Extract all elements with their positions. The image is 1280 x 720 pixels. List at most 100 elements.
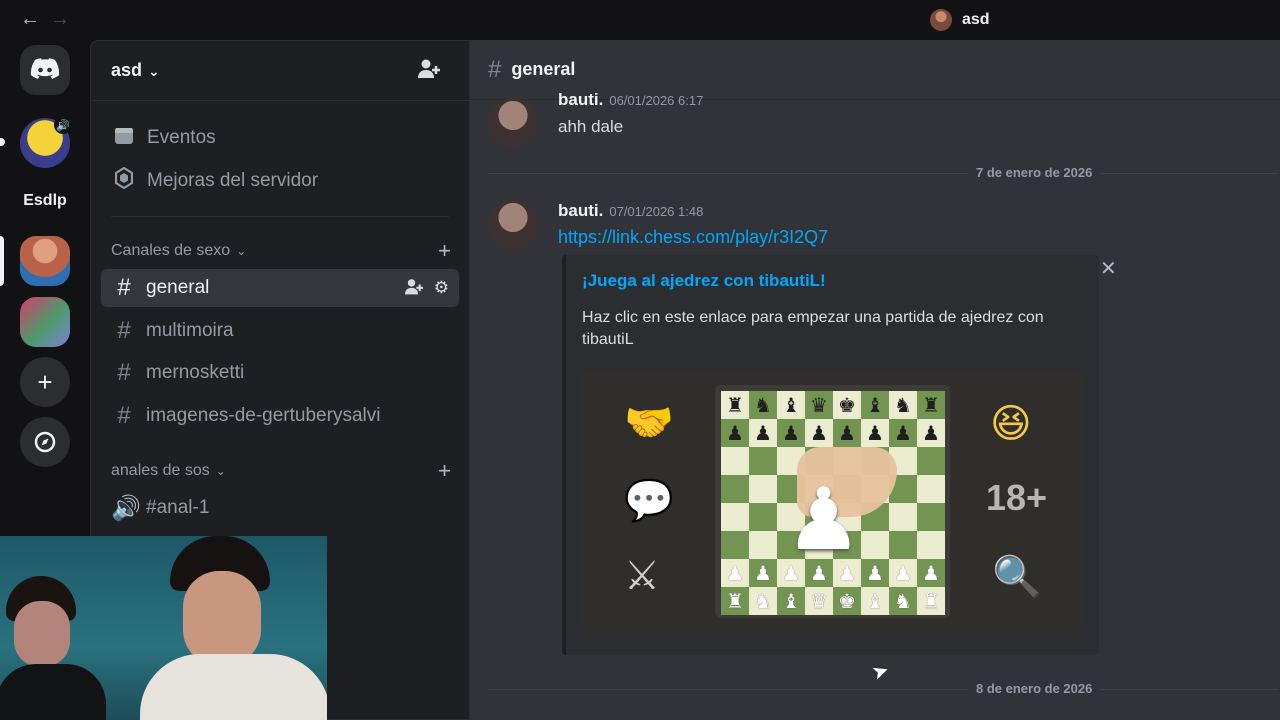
- category-canales-de-sexo[interactable]: Canales de sexo ⌄ +: [111, 238, 451, 263]
- message-timestamp: 07/01/2026 1:48: [609, 204, 704, 219]
- back-arrow-icon[interactable]: ←: [20, 8, 40, 31]
- chess-piece-icon: ♝: [782, 590, 800, 613]
- laughing-face-icon: 😆: [990, 402, 1032, 446]
- chess-square: ♟: [917, 419, 945, 447]
- chess-square: ♜: [917, 587, 945, 615]
- chess-piece-icon: ♜: [726, 590, 744, 613]
- chess-piece-icon: ♞: [894, 394, 912, 417]
- invite-icon[interactable]: [404, 278, 424, 301]
- chess-piece-icon: ♟: [810, 422, 828, 445]
- message-author[interactable]: bauti. 06/01/2026 6:17: [558, 90, 703, 110]
- channel-title: general: [511, 59, 576, 79]
- chess-square: ♝: [777, 391, 805, 419]
- events-item[interactable]: Eventos: [101, 119, 459, 157]
- channel-imagenes[interactable]: # imagenes-de-gertuberysalvi: [101, 397, 459, 435]
- chess-square: [721, 475, 749, 503]
- chess-square: ♜: [917, 391, 945, 419]
- server-header[interactable]: asd ⌄: [91, 41, 469, 101]
- calendar-icon: [111, 125, 137, 151]
- window-title-text: asd: [962, 11, 990, 28]
- chess-piece-icon: ♝: [782, 394, 800, 417]
- message-text: ahh dale: [558, 117, 624, 136]
- voice-channel-anal-1[interactable]: 🔊 #anal-1: [101, 489, 459, 527]
- speaker-icon: 🔊: [54, 116, 72, 134]
- chess-square: [889, 503, 917, 531]
- server-minion-icon[interactable]: 🔊: [20, 116, 72, 168]
- channel-hash-icon: #: [117, 359, 131, 386]
- chess-square: ♟: [833, 419, 861, 447]
- embed-description: Haz clic en este enlace para empezar una…: [582, 309, 1044, 348]
- chess-square: ♜: [721, 587, 749, 615]
- date-label: 7 de enero de 2026: [968, 165, 1101, 180]
- chess-square: [749, 447, 777, 475]
- chess-board-frame: ♜ ♞ ♝ ♛ ♚ ♝ ♞ ♜ ♟ ♟ ♟ ♟ ♟ ♟ ♟ ♟ ♟ ♟ ♟ ♟ ♟ ♟ ♟ ♟ ♜ ♞ ♝ ♛ ♚ ♝ ♞ ♜ ♟: [715, 385, 950, 618]
- chess-piece-icon: ♜: [922, 394, 940, 417]
- chess-square: ♚: [833, 587, 861, 615]
- selected-pill: [0, 236, 4, 286]
- create-channel-plus-icon[interactable]: +: [438, 238, 451, 264]
- discord-home-button[interactable]: [20, 45, 70, 95]
- speaker-icon: 🔊: [111, 494, 141, 522]
- chess-piece-icon: ♛: [810, 590, 828, 613]
- chess-square: ♟: [917, 559, 945, 587]
- forward-arrow-icon[interactable]: →: [50, 8, 70, 31]
- window-title: asd: [930, 9, 990, 31]
- server-photo-icon[interactable]: [20, 297, 70, 347]
- category-label: anales de sos: [111, 462, 210, 479]
- channel-multimoira[interactable]: # multimoira: [101, 312, 459, 350]
- invite-people-icon[interactable]: [417, 58, 441, 86]
- chess-piece-icon: ♟: [922, 422, 940, 445]
- chess-piece-icon: ♟: [726, 422, 744, 445]
- chess-square: ♟: [889, 559, 917, 587]
- chess-piece-icon: ♟: [866, 422, 884, 445]
- channel-general[interactable]: # general ⚙: [101, 269, 459, 307]
- category-anales-de-sos[interactable]: anales de sos ⌄ +: [111, 458, 451, 483]
- chess-square: [749, 475, 777, 503]
- person-right: [140, 536, 327, 720]
- age-18-plus-icon: 18+: [986, 477, 1048, 518]
- chess-piece-icon: ♟: [922, 562, 940, 585]
- chess-piece-icon: ♟: [838, 422, 856, 445]
- chess-piece-icon: ♟: [894, 562, 912, 585]
- gear-icon[interactable]: ⚙: [434, 278, 449, 301]
- chess-square: ♝: [861, 587, 889, 615]
- server-man-icon[interactable]: [20, 236, 70, 286]
- add-server-button[interactable]: +: [20, 357, 70, 407]
- message-link[interactable]: https://link.chess.com/play/r3I2Q7: [558, 227, 828, 248]
- chess-piece-icon: ♝: [866, 590, 884, 613]
- chess-piece-icon: ♛: [810, 394, 828, 417]
- close-icon[interactable]: ✕: [1100, 256, 1117, 281]
- message-timestamp: 06/01/2026 6:17: [609, 93, 704, 108]
- channel-mernosketti[interactable]: # mernosketti: [101, 354, 459, 392]
- chess-square: ♟: [749, 559, 777, 587]
- channel-hash-icon: #: [117, 317, 131, 344]
- chess-piece-icon: ♚: [838, 394, 856, 417]
- embed-title[interactable]: ¡Juega al ajedrez con tibautiL!: [582, 271, 826, 291]
- chess-piece-icon: ♞: [754, 394, 772, 417]
- chess-square: ♝: [861, 391, 889, 419]
- channel-name: multimoira: [146, 320, 234, 341]
- server-esdlp[interactable]: Esdlp: [20, 176, 70, 226]
- chevron-down-icon: ⌄: [236, 244, 247, 258]
- create-channel-plus-icon[interactable]: +: [438, 458, 451, 484]
- channel-name: general: [146, 277, 210, 298]
- title-bar: ← → asd: [0, 0, 1280, 40]
- server-avatar-icon: [930, 9, 952, 31]
- embed-image[interactable]: 🤝 💬 ⚔ 😆 18+ 🔍 ♜ ♞ ♝ ♛ ♚ ♝ ♞ ♜ ♟ ♟ ♟ ♟ ♟ ♟ ♟ ♟ ♟ ♟ ♟ ♟ ♟ ♟ ♟ ♟ ♜ ♞…: [582, 371, 1082, 633]
- chevron-down-icon: ⌄: [215, 464, 226, 478]
- server-boost-item[interactable]: Mejoras del servidor: [101, 162, 459, 200]
- explore-compass-icon[interactable]: [20, 417, 70, 467]
- date-label: 8 de enero de 2026: [968, 681, 1101, 696]
- message-author[interactable]: bauti. 07/01/2026 1:48: [558, 201, 703, 221]
- chess-piece-icon: ♟: [894, 422, 912, 445]
- server-name[interactable]: asd ⌄: [111, 60, 160, 81]
- chess-square: [889, 531, 917, 559]
- chess-square: ♝: [777, 587, 805, 615]
- crossed-swords-icon: ⚔: [624, 554, 660, 598]
- chess-square: [749, 531, 777, 559]
- channel-hash-icon: #: [488, 55, 502, 83]
- unread-pill: [0, 138, 5, 146]
- avatar[interactable]: [488, 98, 538, 148]
- avatar[interactable]: [488, 200, 538, 250]
- boost-icon: [111, 166, 137, 195]
